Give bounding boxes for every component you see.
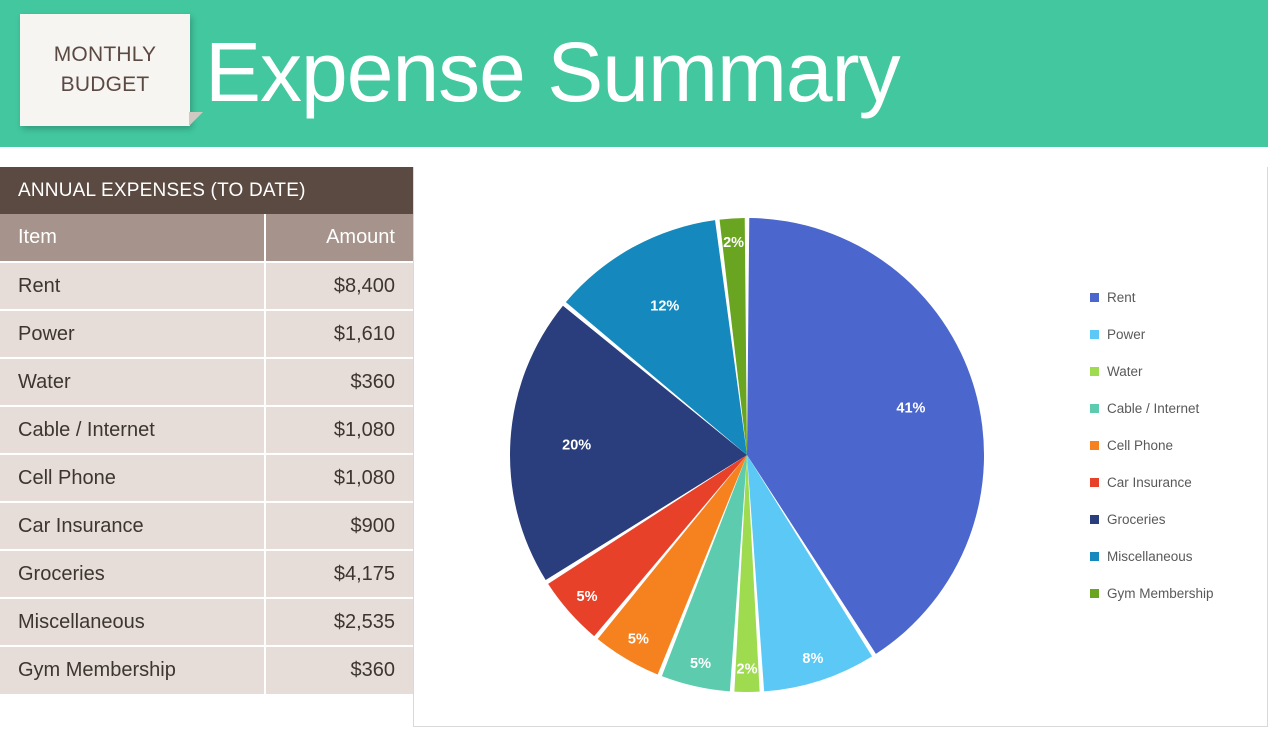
cell-item: Miscellaneous [0, 597, 266, 646]
legend-item[interactable]: Groceries [1090, 501, 1265, 538]
legend-label: Cell Phone [1107, 438, 1174, 453]
table-row[interactable]: Miscellaneous $2,535 [0, 597, 413, 646]
table-title: ANNUAL EXPENSES (TO DATE) [0, 167, 413, 214]
legend-item[interactable]: Rent [1090, 279, 1265, 316]
cell-item: Car Insurance [0, 501, 266, 550]
monthly-budget-badge: MONTHLY BUDGET [20, 14, 203, 126]
legend-item[interactable]: Cell Phone [1090, 427, 1265, 464]
pie-slice-label: 2% [723, 235, 744, 251]
table-body: Rent $8,400 Power $1,610 Water $360 Cable / In… [0, 261, 413, 694]
table-row[interactable]: Power $1,610 [0, 309, 413, 358]
cell-amount: $360 [265, 357, 413, 406]
table-header-row: Item Amount [0, 214, 413, 262]
pie-chart[interactable]: 41% 8% 2% 5% 5% 5% 20% 12% 2% [507, 215, 987, 695]
legend-swatch-icon [1090, 515, 1099, 524]
legend-item[interactable]: Miscellaneous [1090, 538, 1265, 575]
cell-item: Water [0, 357, 266, 406]
legend-label: Miscellaneous [1107, 549, 1193, 564]
column-header-item[interactable]: Item [0, 214, 266, 262]
expenses-grid: Item Amount Rent $8,400 Power $1,610 Water $3… [0, 214, 413, 694]
pie-slice-label: 5% [577, 589, 598, 605]
legend-swatch-icon [1090, 404, 1099, 413]
legend-swatch-icon [1090, 478, 1099, 487]
legend-label: Car Insurance [1107, 475, 1192, 490]
cell-item: Rent [0, 261, 266, 310]
pie-slices [510, 218, 985, 692]
badge-line-2: BUDGET [60, 73, 150, 96]
legend-label: Gym Membership [1107, 586, 1214, 601]
table-row[interactable]: Rent $8,400 [0, 261, 413, 310]
legend-label: Groceries [1107, 512, 1166, 527]
cell-item: Gym Membership [0, 645, 266, 694]
legend-item[interactable]: Water [1090, 353, 1265, 390]
legend-swatch-icon [1090, 552, 1099, 561]
column-header-amount[interactable]: Amount [265, 214, 413, 262]
pie-slice-label: 41% [896, 400, 925, 416]
legend-label: Rent [1107, 290, 1136, 305]
table-row[interactable]: Groceries $4,175 [0, 549, 413, 598]
table-head: Item Amount [0, 214, 413, 262]
cell-item: Power [0, 309, 266, 358]
badge-line-1: MONTHLY [53, 43, 157, 66]
legend-swatch-icon [1090, 441, 1099, 450]
cell-amount: $1,610 [265, 309, 413, 358]
table-row[interactable]: Cable / Internet $1,080 [0, 405, 413, 454]
legend-item[interactable]: Car Insurance [1090, 464, 1265, 501]
page-title: Expense Summary [205, 25, 901, 119]
cell-amount: $1,080 [265, 405, 413, 454]
cell-amount: $1,080 [265, 453, 413, 502]
badge-text: MONTHLY BUDGET [20, 40, 190, 100]
cell-amount: $900 [265, 501, 413, 550]
table-row[interactable]: Cell Phone $1,080 [0, 453, 413, 502]
cell-item: Groceries [0, 549, 266, 598]
bottom-spacer [0, 727, 1268, 751]
cell-amount: $2,535 [265, 597, 413, 646]
legend-label: Power [1107, 327, 1146, 342]
chart-panel: 41% 8% 2% 5% 5% 5% 20% 12% 2% Rent Power Water Cabl… [413, 167, 1268, 727]
badge-fold-corner [189, 112, 203, 126]
pie-slice-label: 5% [628, 632, 649, 648]
legend-swatch-icon [1090, 589, 1099, 598]
pie-chart-svg: 41% 8% 2% 5% 5% 5% 20% 12% 2% [510, 218, 985, 692]
legend-swatch-icon [1090, 293, 1099, 302]
table-row[interactable]: Water $360 [0, 357, 413, 406]
cell-item: Cell Phone [0, 453, 266, 502]
legend-item[interactable]: Gym Membership [1090, 575, 1265, 612]
chart-legend: Rent Power Water Cable / Internet Cell Phone… [1090, 279, 1265, 612]
cell-amount: $4,175 [265, 549, 413, 598]
page-banner: MONTHLY BUDGET Expense Summary [0, 0, 1268, 147]
annual-expenses-table: ANNUAL EXPENSES (TO DATE) Item Amount Re… [0, 167, 413, 694]
pie-slice-label: 5% [690, 656, 711, 672]
legend-label: Water [1107, 364, 1143, 379]
table-row[interactable]: Gym Membership $360 [0, 645, 413, 694]
pie-slice-label: 2% [737, 661, 758, 677]
legend-swatch-icon [1090, 330, 1099, 339]
legend-item[interactable]: Power [1090, 316, 1265, 353]
cell-amount: $360 [265, 645, 413, 694]
table-row[interactable]: Car Insurance $900 [0, 501, 413, 550]
legend-item[interactable]: Cable / Internet [1090, 390, 1265, 427]
pie-slice-label: 8% [802, 651, 823, 667]
pie-slice-label: 20% [562, 437, 591, 453]
legend-swatch-icon [1090, 367, 1099, 376]
pie-slice-label: 12% [650, 299, 679, 315]
legend-label: Cable / Internet [1107, 401, 1200, 416]
cell-item: Cable / Internet [0, 405, 266, 454]
cell-amount: $8,400 [265, 261, 413, 310]
